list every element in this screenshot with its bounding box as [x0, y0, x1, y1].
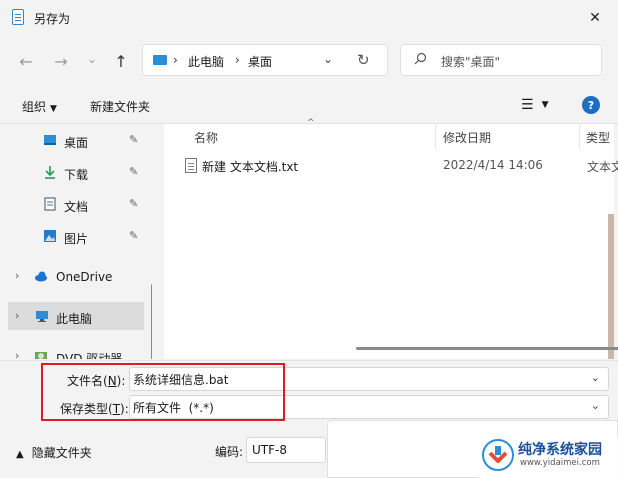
file-date: 2022/4/14 14:06 [443, 158, 543, 172]
chevron-down-icon[interactable]: ⌄ [591, 399, 600, 412]
pin-icon[interactable]: ✎ [129, 165, 138, 178]
notepad-icon [12, 9, 24, 25]
breadcrumb-separator: › [235, 53, 240, 67]
sidebar-item-pictures[interactable]: 图片 ✎ [0, 222, 146, 250]
sidebar-item-label: 桌面 [64, 136, 89, 150]
title-bar: 另存为 ✕ [0, 0, 618, 36]
highlight-annotation [41, 363, 285, 421]
hide-folders-label: 隐藏文件夹 [31, 446, 92, 460]
encoding-value: UTF-8 [252, 443, 287, 457]
sidebar-item-label: 此电脑 [56, 312, 93, 326]
horizontal-scrollbar[interactable] [356, 347, 618, 350]
organize-button[interactable]: 组织 ▼ [22, 98, 57, 115]
sidebar-item-label: 文档 [64, 200, 89, 214]
column-header-type[interactable]: 类型 [586, 129, 610, 153]
view-options-button[interactable]: ☰ ▼ [521, 97, 548, 113]
organize-label: 组织 [22, 100, 47, 114]
sidebar-item-label: OneDrive [56, 270, 113, 284]
sidebar-item-dvd-drive[interactable]: › DVD 驱动器 (D:) [0, 342, 146, 359]
search-icon [414, 52, 427, 65]
forward-button[interactable]: → [49, 50, 73, 72]
sidebar-item-label: DVD 驱动器 (D:) [56, 352, 123, 359]
sidebar-item-onedrive[interactable]: › OneDrive [0, 262, 146, 290]
sort-ascending-icon: ^ [307, 118, 315, 128]
pin-icon[interactable]: ✎ [129, 133, 138, 146]
new-folder-button[interactable]: 新建文件夹 [90, 98, 150, 115]
recent-locations-button[interactable]: ⌄ [80, 48, 104, 70]
breadcrumb-this-pc[interactable]: 此电脑 [188, 53, 224, 70]
watermark-logo-icon [482, 439, 514, 471]
search-box[interactable]: 搜索"桌面" [400, 44, 602, 76]
breadcrumb-separator: › [173, 53, 178, 67]
navigation-bar: ← → ⌄ ↑ › 此电脑 › 桌面 ⌄ ↻ 搜索"桌面" [0, 36, 618, 86]
search-placeholder: 搜索"桌面" [441, 55, 501, 69]
sidebar-item-label: 图片 [64, 232, 89, 246]
caret-down-icon: ▼ [50, 104, 57, 114]
sidebar-item-this-pc[interactable]: › 此电脑 [8, 302, 144, 330]
computer-icon [153, 55, 167, 65]
close-button[interactable]: ✕ [572, 0, 618, 36]
file-name: 新建 文本文档.txt [202, 160, 299, 174]
sidebar-item-desktop[interactable]: 桌面 ✎ [0, 126, 146, 154]
help-button[interactable]: ? [582, 96, 600, 114]
column-header-date[interactable]: 修改日期 [443, 129, 491, 153]
window-title: 另存为 [34, 12, 71, 26]
watermark-title: 纯净系统家园 [518, 442, 602, 458]
sidebar-scrollbar[interactable] [151, 284, 152, 359]
breadcrumb-desktop[interactable]: 桌面 [248, 53, 272, 70]
encoding-select[interactable]: UTF-8 [246, 437, 326, 463]
file-type: 文本文 [587, 160, 618, 174]
back-button[interactable]: ← [14, 50, 38, 72]
column-divider[interactable] [579, 124, 580, 150]
document-icon [44, 197, 56, 211]
chevron-right-icon[interactable]: › [15, 349, 19, 359]
chevron-right-icon[interactable]: › [15, 309, 19, 322]
list-view-icon: ☰ [521, 97, 534, 113]
column-divider[interactable] [435, 124, 436, 150]
chevron-down-icon[interactable]: ⌄ [591, 371, 600, 384]
sidebar-item-documents[interactable]: 文档 ✎ [0, 190, 146, 218]
navigation-pane: 桌面 ✎ 下载 ✎ 文档 ✎ 图片 ✎ › OneDrive › 此电脑 › D… [0, 124, 152, 359]
chevron-right-icon[interactable]: › [15, 269, 19, 282]
caret-down-icon: ▼ [541, 100, 549, 110]
text-file-icon [185, 158, 197, 173]
pin-icon[interactable]: ✎ [129, 197, 138, 210]
background-strip [608, 214, 614, 359]
download-icon [45, 166, 55, 179]
hide-folders-button[interactable]: ▲ 隐藏文件夹 [16, 444, 92, 461]
refresh-icon[interactable]: ↻ [357, 51, 370, 69]
chevron-up-icon: ▲ [16, 449, 24, 460]
column-header-name[interactable]: 名称 [194, 129, 218, 153]
dvd-icon [35, 352, 47, 359]
pin-icon[interactable]: ✎ [129, 229, 138, 242]
computer-icon [36, 311, 48, 322]
sidebar-item-label: 下载 [64, 168, 89, 182]
address-bar[interactable]: › 此电脑 › 桌面 ⌄ ↻ [142, 44, 388, 76]
watermark-url: www.yidaimei.com [520, 458, 600, 468]
chevron-down-icon[interactable]: ⌄ [323, 52, 333, 66]
save-as-dialog: 另存为 ✕ ← → ⌄ ↑ › 此电脑 › 桌面 ⌄ ↻ 搜索"桌面" 组织▼ [0, 0, 618, 478]
desktop-icon [44, 135, 56, 145]
watermark: 纯净系统家园 www.yidaimei.com [478, 436, 618, 478]
up-button[interactable]: ↑ [109, 50, 133, 72]
table-row[interactable]: 新建 文本文档.txt 2022/4/14 14:06 文本文 [182, 158, 618, 178]
sidebar-item-downloads[interactable]: 下载 ✎ [0, 158, 146, 186]
cloud-icon [35, 271, 47, 282]
file-list: ^ 名称 修改日期 类型 新建 文本文档.txt 2022/4/14 14:06… [164, 118, 618, 359]
encoding-label: 编码: [215, 445, 244, 459]
picture-icon [44, 230, 56, 242]
